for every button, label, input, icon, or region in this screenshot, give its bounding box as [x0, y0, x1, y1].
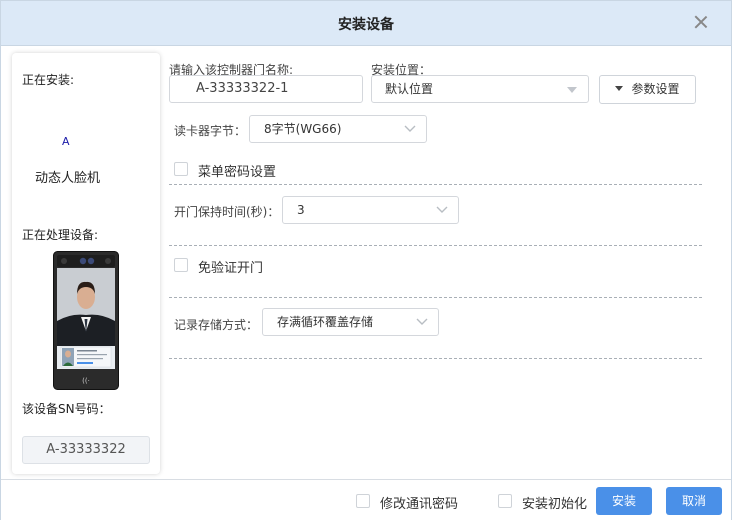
card-bytes-label: 读卡器字节：	[174, 124, 247, 138]
param-settings-button[interactable]: 参数设置	[599, 75, 696, 104]
door-hold-select[interactable]: 3	[282, 196, 459, 224]
location-select[interactable]: 默认位置	[371, 75, 589, 103]
install-device-dialog: 安装设备 正在安装: A 动态人脸机 正在处理设备: ((· 该设备SN号码： …	[0, 0, 732, 520]
free-open-label: 免验证开门	[198, 261, 264, 276]
device-info-panel: 正在安装: A 动态人脸机 正在处理设备: ((· 该设备SN号码： A-333…	[12, 53, 160, 474]
door-name-input[interactable]: A-33333322-1	[169, 75, 363, 103]
cancel-button[interactable]: 取消	[666, 487, 722, 515]
installing-label: 正在安装:	[22, 73, 75, 87]
dialog-title: 安装设备	[338, 17, 394, 33]
door-hold-label: 开门保持时间(秒)：	[174, 205, 280, 219]
installing-marker: A	[62, 135, 70, 148]
device-type-label: 动态人脸机	[35, 171, 101, 186]
chevron-down-icon	[404, 125, 416, 133]
sn-label: 该设备SN号码：	[22, 402, 111, 416]
door-hold-select-value: 3	[297, 203, 305, 217]
location-select-value: 默认位置	[385, 82, 434, 96]
chevron-down-icon	[416, 318, 428, 326]
record-storage-select-value: 存满循环覆盖存储	[277, 315, 374, 329]
card-bytes-select-value: 8字节(WG66)	[264, 122, 342, 136]
section-divider	[169, 184, 702, 185]
install-init-label: 安装初始化	[522, 497, 588, 512]
record-storage-label: 记录存储方式：	[174, 318, 259, 332]
record-storage-select[interactable]: 存满循环覆盖存储	[262, 308, 439, 336]
install-init-checkbox[interactable]	[498, 494, 512, 508]
section-divider	[169, 245, 702, 246]
dialog-header: 安装设备	[1, 1, 731, 46]
close-icon[interactable]	[693, 14, 709, 30]
modify-comm-password-checkbox[interactable]	[356, 494, 370, 508]
face-terminal-image: ((·	[53, 251, 119, 390]
card-bytes-select[interactable]: 8字节(WG66)	[249, 115, 427, 143]
menu-password-checkbox[interactable]	[174, 162, 188, 176]
section-divider	[169, 358, 702, 359]
install-button[interactable]: 安装	[596, 487, 652, 515]
dialog-footer: 修改通讯密码 安装初始化 安装 取消	[1, 479, 731, 520]
free-open-checkbox[interactable]	[174, 258, 188, 272]
section-divider	[169, 297, 702, 298]
modify-comm-password-label: 修改通讯密码	[380, 497, 459, 512]
param-settings-label: 参数设置	[631, 82, 680, 96]
chevron-down-icon	[436, 206, 448, 214]
processing-label: 正在处理设备:	[22, 228, 99, 242]
menu-password-label: 菜单密码设置	[198, 165, 277, 180]
caret-down-icon	[615, 86, 624, 91]
caret-down-icon	[566, 87, 578, 95]
svg-text:((·: ((·	[82, 377, 90, 385]
sn-value-box: A-33333322	[22, 436, 150, 464]
